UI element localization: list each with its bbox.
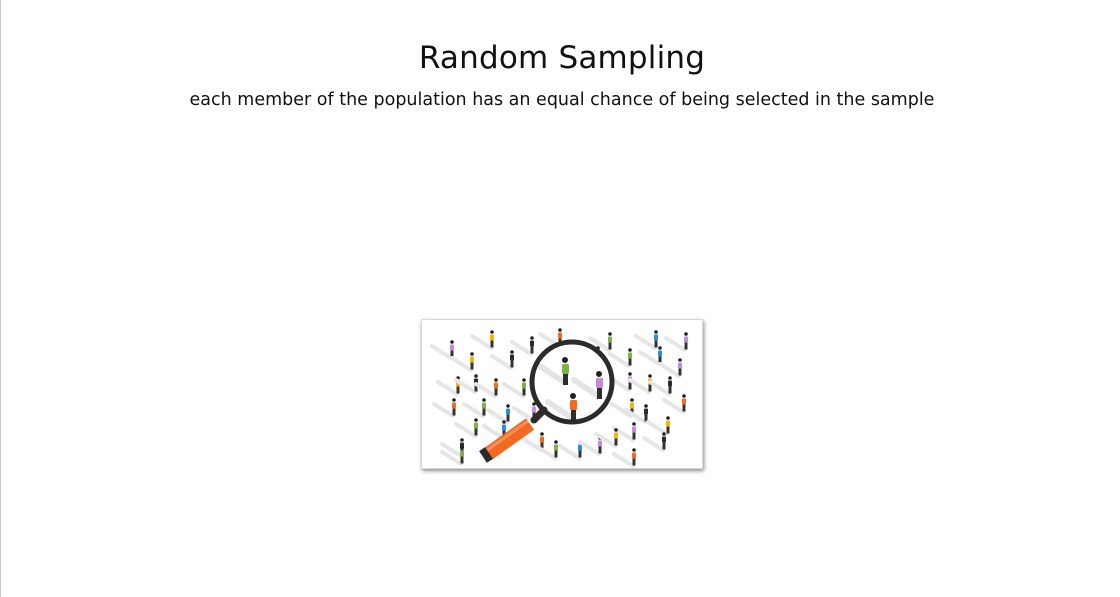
slide-subtitle: each member of the population has an equ… [189, 90, 935, 110]
random-sampling-illustration [421, 319, 703, 469]
slide-title: Random Sampling [418, 40, 706, 76]
magnifying-glass-over-crowd-icon [430, 328, 688, 468]
